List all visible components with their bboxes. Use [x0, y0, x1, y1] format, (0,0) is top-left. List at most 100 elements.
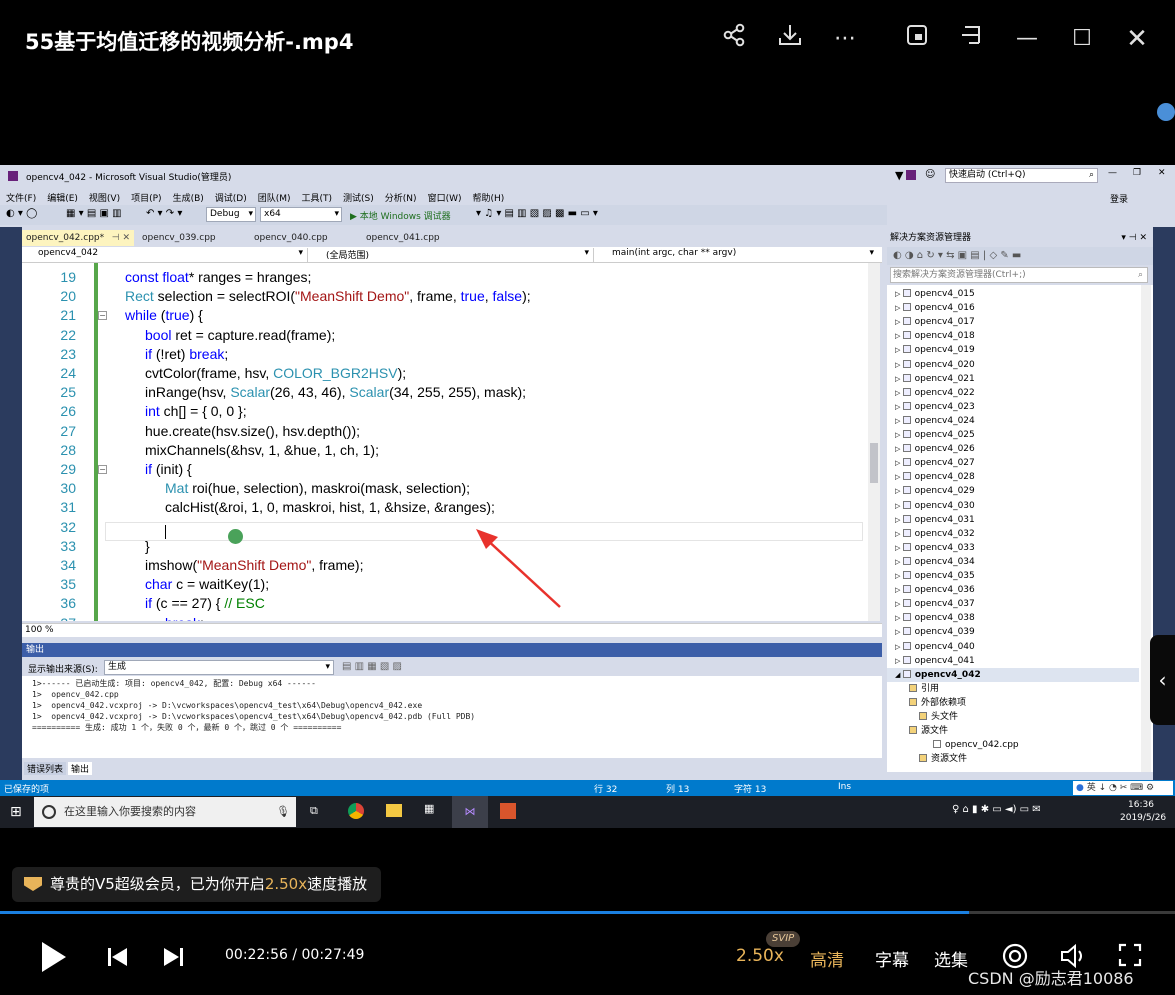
- collapsed-chevron-icon[interactable]: ▷: [895, 572, 903, 580]
- solution-subitem[interactable]: 头文件: [887, 710, 1139, 724]
- left-toolstrip[interactable]: [0, 227, 22, 782]
- file-tools-icon[interactable]: ▦ ▾ ▤ ▣ ▥: [66, 208, 122, 219]
- collapsed-chevron-icon[interactable]: ▷: [895, 361, 903, 369]
- menu-item[interactable]: 文件(F): [6, 191, 36, 204]
- speed-button[interactable]: 2.50x: [736, 946, 784, 966]
- function-dropdown[interactable]: main(int argc, char ** argv) ▾: [598, 248, 878, 262]
- solution-subitem[interactable]: 外部依赖项: [887, 696, 1139, 710]
- menu-item[interactable]: 生成(B): [173, 191, 204, 204]
- taskbar-search-input[interactable]: 在这里输入你要搜索的内容 🎙: [34, 797, 296, 827]
- solution-project-item[interactable]: ◢ opencv4_042: [887, 667, 1139, 682]
- menu-item[interactable]: 窗口(W): [428, 191, 462, 204]
- solution-project-item[interactable]: ▷ opencv4_040: [887, 640, 1139, 654]
- project-dropdown[interactable]: opencv4_042 ▾: [24, 248, 308, 262]
- solution-project-item[interactable]: ▷ opencv4_037: [887, 597, 1139, 611]
- solution-subitem[interactable]: 引用: [887, 682, 1139, 696]
- collapsed-chevron-icon[interactable]: ▷: [895, 516, 903, 524]
- platform-select[interactable]: x64 ▾: [260, 207, 342, 222]
- play-icon[interactable]: [40, 941, 68, 973]
- solution-project-item[interactable]: ▷ opencv4_034: [887, 555, 1139, 569]
- code-line[interactable]: hue.create(hsv.size(), hsv.depth());: [145, 423, 360, 439]
- maximize-icon[interactable]: ☐: [1065, 22, 1099, 56]
- tab-opencv-039[interactable]: opencv_039.cpp: [138, 230, 248, 246]
- download-icon[interactable]: [773, 22, 807, 56]
- vs-close-icon[interactable]: ✕: [1158, 168, 1166, 178]
- solution-project-item[interactable]: ▷ opencv4_016: [887, 301, 1139, 315]
- run-debugger-button[interactable]: ▶ 本地 Windows 调试器: [350, 209, 451, 222]
- code-line[interactable]: while (true) {: [125, 307, 203, 323]
- code-line[interactable]: calcHist(&roi, 1, 0, maskroi, hist, 1, &…: [165, 499, 495, 515]
- code-line[interactable]: char c = waitKey(1);: [145, 576, 269, 592]
- collapsed-chevron-icon[interactable]: ▷: [895, 445, 903, 453]
- side-panel-toggle[interactable]: ‹: [1150, 635, 1175, 725]
- output-source-select[interactable]: 生成 ▾: [104, 660, 334, 675]
- minimize-icon[interactable]: —: [1010, 22, 1044, 56]
- task-view-icon[interactable]: ⧉: [310, 804, 318, 818]
- menu-item[interactable]: 帮助(H): [472, 191, 504, 204]
- solution-project-item[interactable]: ▷ opencv4_015: [887, 287, 1139, 301]
- collapsed-chevron-icon[interactable]: ▷: [895, 614, 903, 622]
- pin-icon[interactable]: [955, 22, 989, 56]
- feedback-icon[interactable]: ☺: [925, 169, 935, 180]
- config-select[interactable]: Debug ▾: [206, 207, 256, 222]
- collapsed-chevron-icon[interactable]: ▷: [895, 530, 903, 538]
- collapsed-chevron-icon[interactable]: ▷: [895, 487, 903, 495]
- login-link[interactable]: 登录: [1110, 192, 1128, 205]
- solution-project-item[interactable]: ▷ opencv4_021: [887, 372, 1139, 386]
- solution-project-item[interactable]: ▷ opencv4_027: [887, 456, 1139, 470]
- expanded-chevron-icon[interactable]: ◢: [895, 671, 903, 679]
- code-line[interactable]: if (c == 27) { // ESC: [145, 595, 265, 611]
- output-log[interactable]: 1>------ 已启动生成: 项目: opencv4_042, 配置: Deb…: [22, 676, 882, 758]
- share-icon[interactable]: [717, 22, 751, 56]
- collapsed-chevron-icon[interactable]: ▷: [895, 657, 903, 665]
- code-line[interactable]: break;: [165, 615, 204, 621]
- solution-project-item[interactable]: ▷ opencv4_028: [887, 470, 1139, 484]
- solution-project-item[interactable]: ▷ opencv4_035: [887, 569, 1139, 583]
- collapsed-chevron-icon[interactable]: ▷: [895, 389, 903, 397]
- collapsed-chevron-icon[interactable]: ▷: [895, 643, 903, 651]
- ppt-icon[interactable]: [500, 803, 516, 819]
- notification-icon[interactable]: [906, 170, 916, 180]
- collapsed-chevron-icon[interactable]: ▷: [895, 502, 903, 510]
- code-line[interactable]: mixChannels(&hsv, 1, &hue, 1, ch, 1);: [145, 442, 379, 458]
- tab-output[interactable]: 输出: [68, 762, 93, 775]
- collapsed-chevron-icon[interactable]: ▷: [895, 290, 903, 298]
- solution-project-item[interactable]: ▷ opencv4_019: [887, 343, 1139, 357]
- tab-opencv-042[interactable]: opencv_042.cpp* ⊣ ✕: [22, 230, 134, 246]
- collapsed-chevron-icon[interactable]: ▷: [895, 304, 903, 312]
- solution-subitem[interactable]: 源文件: [887, 724, 1139, 738]
- collapsed-chevron-icon[interactable]: ▷: [895, 544, 903, 552]
- fold-toggle-icon[interactable]: −: [98, 465, 107, 474]
- tab-error-list[interactable]: 错误列表: [24, 762, 67, 775]
- collapsed-chevron-icon[interactable]: ▷: [895, 558, 903, 566]
- next-icon[interactable]: [162, 946, 184, 968]
- solution-project-item[interactable]: ▷ opencv4_033: [887, 541, 1139, 555]
- vs-restore-icon[interactable]: ❐: [1133, 168, 1141, 178]
- back-forward-icon[interactable]: ◐ ▾ ◯: [6, 208, 37, 219]
- quality-button[interactable]: 高清: [810, 946, 844, 971]
- menu-item[interactable]: 视图(V): [89, 191, 120, 204]
- file-explorer-icon[interactable]: [386, 804, 402, 817]
- collapsed-chevron-icon[interactable]: ▷: [895, 332, 903, 340]
- filter-icon[interactable]: ▼: [895, 169, 903, 182]
- solution-tools-icon[interactable]: ◐ ◑ ⌂ ↻ ▾ ⇆ ▣ ▤ | ◇ ✎ ▬: [893, 250, 1021, 261]
- close-icon[interactable]: ✕: [1120, 22, 1154, 56]
- code-line[interactable]: Mat roi(hue, selection), maskroi(mask, s…: [165, 480, 470, 496]
- collapsed-chevron-icon[interactable]: ▷: [895, 459, 903, 467]
- solution-project-item[interactable]: ▷ opencv4_031: [887, 513, 1139, 527]
- solution-subitem[interactable]: 资源文件: [887, 752, 1139, 766]
- solution-search-input[interactable]: 搜索解决方案资源管理器(Ctrl+;) ⌕: [890, 267, 1148, 283]
- tray-icons[interactable]: ♀ ⌂ ▮ ✱ ▭ ◄) ▭ ✉: [952, 804, 1041, 815]
- code-editor[interactable]: 19 20 21 22 23 24 25 26 27 28 29 30 31 32 33 34 35 36 37 c…: [22, 263, 880, 621]
- code-line[interactable]: inRange(hsv, Scalar(26, 43, 46), Scalar(…: [145, 384, 526, 400]
- solution-project-item[interactable]: ▷ opencv4_039: [887, 625, 1139, 639]
- solution-project-item[interactable]: ▷ opencv4_017: [887, 315, 1139, 329]
- collapsed-chevron-icon[interactable]: ▷: [895, 431, 903, 439]
- menu-item[interactable]: 编辑(E): [47, 191, 78, 204]
- solution-project-item[interactable]: ▷ opencv4_041: [887, 654, 1139, 668]
- tab-opencv-040[interactable]: opencv_040.cpp: [250, 230, 360, 246]
- tab-opencv-041[interactable]: opencv_041.cpp: [362, 230, 472, 246]
- code-line[interactable]: cvtColor(frame, hsv, COLOR_BGR2HSV);: [145, 365, 406, 381]
- undo-icon[interactable]: ↶ ▾ ↷ ▾: [146, 208, 182, 219]
- solution-project-item[interactable]: ▷ opencv4_023: [887, 400, 1139, 414]
